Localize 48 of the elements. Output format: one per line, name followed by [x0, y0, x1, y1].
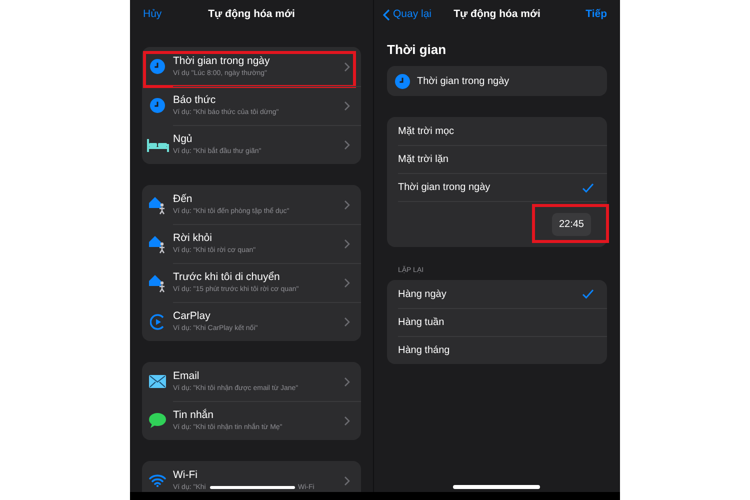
chevron-icon [344, 101, 350, 111]
chevron-icon [344, 476, 350, 486]
row-title: Ngủ [173, 133, 194, 146]
envelope-icon [149, 375, 166, 388]
clock-icon [394, 74, 410, 88]
option-row[interactable]: Hàng tháng [398, 336, 607, 364]
chevron-left-icon [383, 9, 390, 21]
row-title: Rời khỏi [173, 232, 213, 246]
cancel-button[interactable]: Hủy [143, 7, 162, 23]
chevron-icon [344, 416, 350, 426]
chevron-icon [344, 200, 350, 210]
row-title: Trước khi tôi di chuyển [173, 271, 281, 284]
row-title: Email [173, 370, 200, 383]
screen-title: Tự động hóa mới [208, 7, 295, 22]
chevron-icon [344, 278, 350, 288]
carplay-icon [150, 314, 166, 330]
back-button[interactable]: Quay lại [383, 7, 432, 23]
speech-bubble-icon [149, 413, 166, 428]
house-person-icon [148, 194, 168, 214]
wifi-icon [149, 474, 166, 487]
row-title: Đến [173, 192, 194, 206]
row-title: Wi-Fi [173, 468, 198, 482]
chevron-icon [344, 140, 350, 150]
chevron-icon [344, 239, 350, 249]
row-title: Thời gian trong ngày [173, 54, 271, 68]
row-title: Báo thức [173, 94, 217, 108]
chevron-icon [344, 62, 350, 72]
house-person-icon [148, 234, 168, 254]
row-title: Tin nhắn [173, 409, 214, 422]
clock-icon [150, 98, 165, 113]
checkmark-icon [582, 182, 594, 192]
checkmark-icon [582, 289, 594, 299]
option-row[interactable]: Hàng ngày [398, 280, 607, 308]
option-row[interactable]: Hàng tuần [398, 308, 607, 336]
chevron-icon [344, 317, 350, 327]
row-title: CarPlay [173, 310, 212, 324]
section-heading: Thời gian [387, 41, 448, 59]
bed-icon [146, 138, 168, 152]
screen-title: Tự động hóa mới [454, 7, 540, 22]
trigger-title: Thời gian trong ngày [417, 74, 510, 88]
next-button[interactable]: Tiếp [586, 7, 607, 23]
option-row[interactable]: Thời gian trong ngày [398, 173, 607, 201]
option-row[interactable]: Mặt trời mọc [398, 117, 607, 145]
chevron-icon [344, 376, 350, 386]
clock-icon [150, 59, 165, 74]
house-person-icon [148, 272, 168, 292]
time-picker[interactable]: 22:45 [552, 213, 591, 236]
option-row[interactable]: Mặt trời lặn [398, 145, 607, 173]
